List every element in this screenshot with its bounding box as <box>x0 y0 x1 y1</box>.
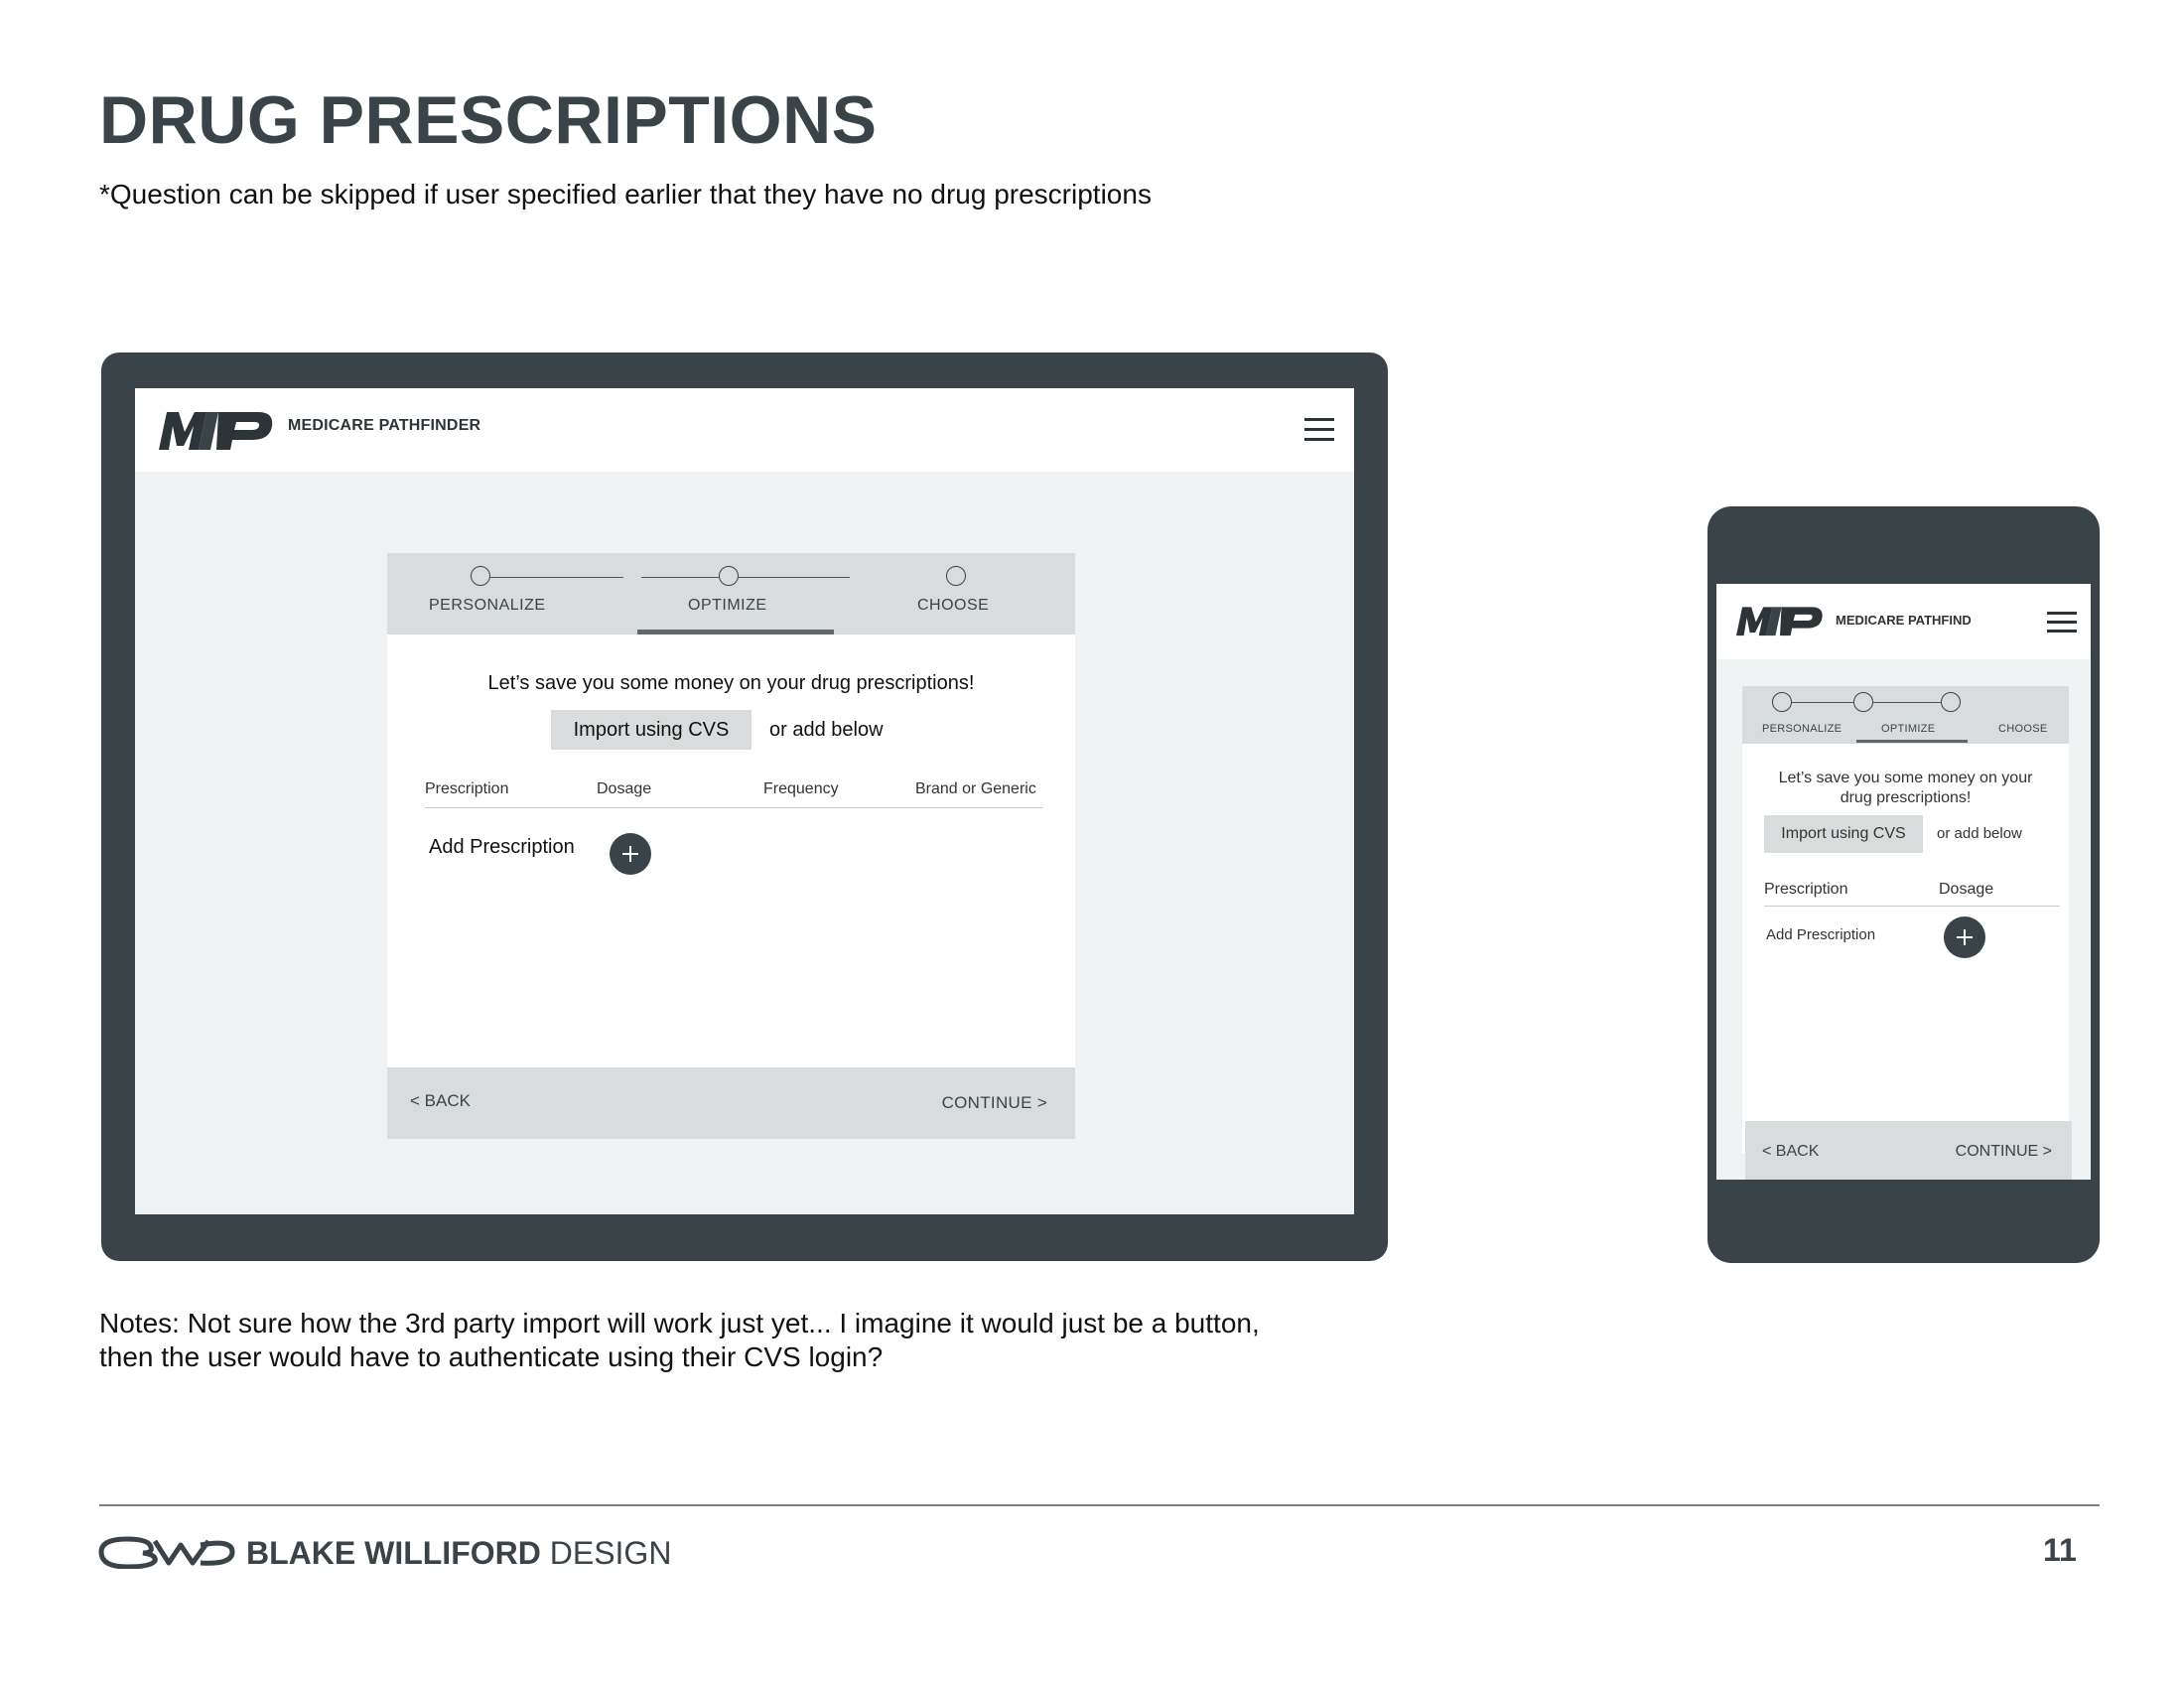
continue-button[interactable]: CONTINUE > <box>942 1093 1047 1113</box>
step-connector <box>484 577 623 578</box>
hamburger-icon[interactable] <box>2047 612 2077 633</box>
step-dot-optimize <box>1853 692 1873 712</box>
import-cvs-button[interactable]: Import using CVS <box>1764 815 1923 853</box>
step-optimize[interactable]: OPTIMIZE <box>1881 723 1935 735</box>
or-add-below-text: or add below <box>1937 825 2022 842</box>
column-prescription: Prescription <box>1764 881 1848 898</box>
step-dot-choose <box>946 566 966 586</box>
column-dosage: Dosage <box>1939 881 1994 898</box>
prescription-card: PERSONALIZE OPTIMIZE CHOOSE Let’s save y… <box>387 553 1075 1139</box>
column-brand-or-generic: Brand or Generic <box>915 780 1036 797</box>
import-cvs-button[interactable]: Import using CVS <box>551 710 751 750</box>
design-notes: Notes: Not sure how the 3rd party import… <box>99 1307 1390 1374</box>
laptop-frame: MEDICARE PATHFINDER PERSONALIZE OPTIMIZE… <box>101 352 1388 1261</box>
page-title: DRUG PRESCRIPTIONS <box>99 82 878 158</box>
hamburger-icon[interactable] <box>1304 418 1334 442</box>
mobile-progress-stepper: PERSONALIZE OPTIMIZE CHOOSE <box>1742 686 2069 744</box>
phone-frame: MEDICARE PATHFIND PERSONALIZE OPTIMIZE C… <box>1707 506 2100 1263</box>
step-connector <box>1786 702 1853 703</box>
step-dot-choose <box>1941 692 1961 712</box>
footer-divider <box>99 1504 2100 1506</box>
table-divider <box>1764 906 2060 907</box>
card-heading: Let’s save you some money on your drug p… <box>487 672 975 694</box>
active-step-indicator <box>1856 740 1968 743</box>
step-dot-personalize <box>1772 692 1792 712</box>
notes-line-2: then the user would have to authenticate… <box>99 1341 884 1372</box>
plus-icon <box>622 846 638 862</box>
plus-icon <box>1957 929 1973 945</box>
laptop-screen: MEDICARE PATHFINDER PERSONALIZE OPTIMIZE… <box>135 388 1354 1214</box>
site-header: MEDICARE PATHFINDER <box>135 388 1354 472</box>
brand-name-regular: DESIGN <box>540 1535 672 1571</box>
step-personalize[interactable]: PERSONALIZE <box>1762 723 1842 735</box>
brand-name-bold: BLAKE WILLIFORD <box>246 1535 541 1571</box>
back-button[interactable]: < BACK <box>1762 1143 1819 1161</box>
back-button[interactable]: < BACK <box>410 1091 471 1111</box>
step-optimize[interactable]: OPTIMIZE <box>688 597 767 615</box>
mobile-card-heading: Let’s save you some money on your drug p… <box>1778 770 2033 806</box>
mobile-card-footer: < BACK CONTINUE > <box>1745 1121 2072 1180</box>
add-prescription-button[interactable] <box>1944 916 1985 958</box>
notes-line-1: Notes: Not sure how the 3rd party import… <box>99 1308 1260 1338</box>
add-prescription-label[interactable]: Add Prescription <box>1766 926 1875 943</box>
table-divider <box>425 807 1043 808</box>
add-prescription-label[interactable]: Add Prescription <box>429 836 575 859</box>
add-prescription-button[interactable] <box>610 833 651 875</box>
active-step-indicator <box>637 630 834 634</box>
column-frequency: Frequency <box>763 780 839 797</box>
site-name: MEDICARE PATHFINDER <box>288 417 481 434</box>
step-personalize[interactable]: PERSONALIZE <box>429 597 546 615</box>
page-number: 11 <box>2043 1532 2077 1568</box>
brand-name: BLAKE WILLIFORD DESIGN <box>246 1535 671 1572</box>
page-subtitle: *Question can be skipped if user specifi… <box>99 179 1152 210</box>
mp-logo-icon[interactable] <box>159 408 274 452</box>
column-prescription: Prescription <box>425 780 509 797</box>
phone-screen: MEDICARE PATHFIND PERSONALIZE OPTIMIZE C… <box>1716 584 2091 1180</box>
continue-button[interactable]: CONTINUE > <box>1956 1143 2052 1161</box>
mobile-site-header: MEDICARE PATHFIND <box>1716 584 2091 659</box>
step-dot-personalize <box>471 566 490 586</box>
or-add-below-text: or add below <box>769 719 884 741</box>
bw-logo-icon <box>98 1536 235 1569</box>
step-choose[interactable]: CHOOSE <box>917 597 989 615</box>
card-footer: < BACK CONTINUE > <box>387 1067 1075 1139</box>
step-connector <box>1873 702 1941 703</box>
step-dot-optimize <box>719 566 739 586</box>
step-choose[interactable]: CHOOSE <box>1998 723 2047 735</box>
column-dosage: Dosage <box>597 780 652 797</box>
mp-logo-icon[interactable] <box>1736 604 1824 637</box>
progress-stepper: PERSONALIZE OPTIMIZE CHOOSE <box>387 553 1075 634</box>
mobile-site-name: MEDICARE PATHFIND <box>1836 613 1972 628</box>
step-connector <box>641 577 850 578</box>
mobile-prescription-card: PERSONALIZE OPTIMIZE CHOOSE Let’s save y… <box>1742 686 2072 1180</box>
